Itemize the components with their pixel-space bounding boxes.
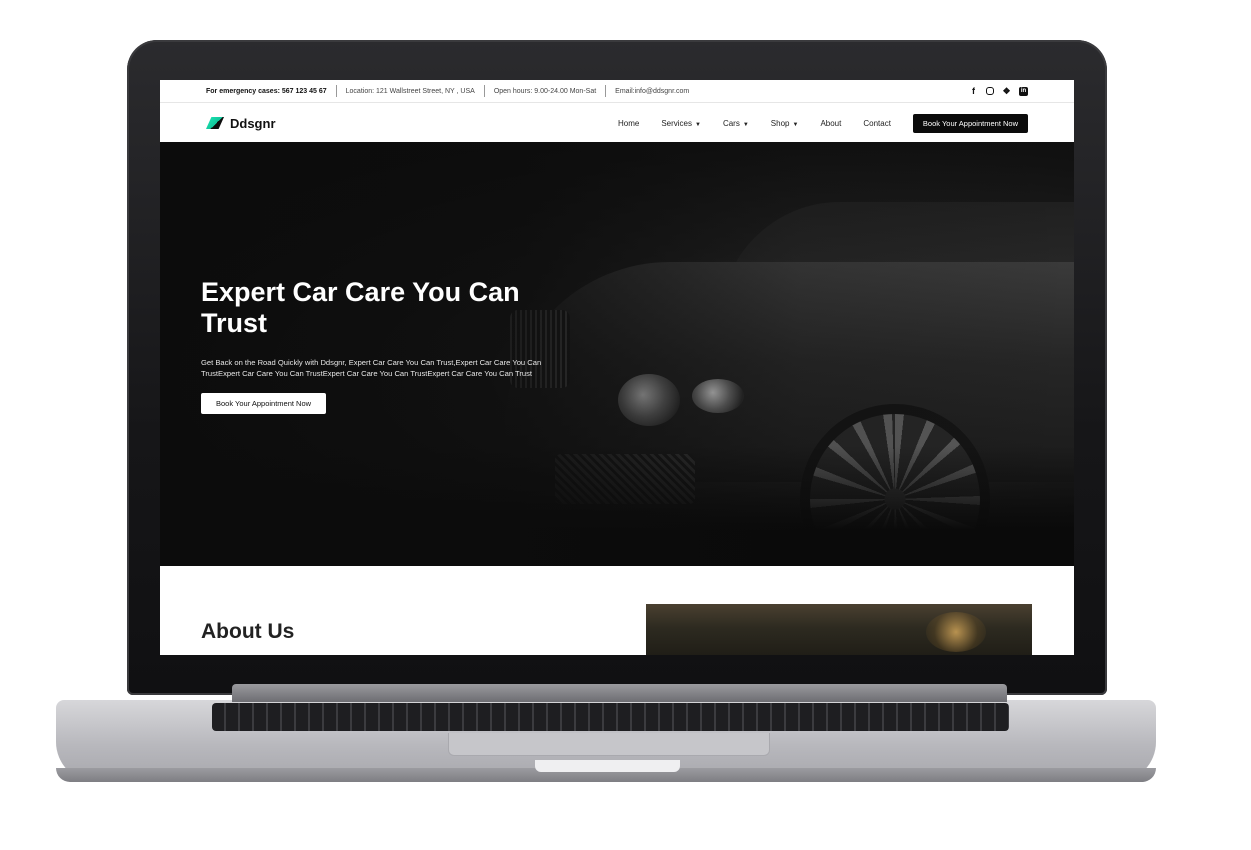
top-info-bar: For emergency cases: 567 123 45 67 Locat… [160, 80, 1074, 103]
social-links: f ❖ in [969, 86, 1028, 96]
hero-description: Get Back on the Road Quickly with Ddsgnr… [201, 358, 542, 378]
emergency-phone[interactable]: For emergency cases: 567 123 45 67 [206, 88, 327, 95]
hero-book-appointment-button[interactable]: Book Your Appointment Now [201, 393, 327, 414]
email-link[interactable]: Email:info@ddsgnr.com [615, 88, 689, 95]
logo-mark-icon [206, 117, 224, 129]
hero-title: Expert Car Care You Can Trust [201, 277, 520, 338]
laptop-screen: For emergency cases: 567 123 45 67 Locat… [160, 80, 1074, 655]
nav-item-cars[interactable]: Cars ▼ [723, 119, 749, 128]
caret-down-icon: ▼ [742, 121, 749, 128]
about-image [646, 604, 1032, 655]
location-text: Location: 121 Wallstreet Street, NY , US… [345, 87, 475, 95]
main-navbar: Ddsgnr Home Services ▼ Cars ▼ Shop ▼ About … [160, 103, 1074, 143]
nav-item-shop[interactable]: Shop ▼ [771, 119, 799, 128]
laptop-keyboard [212, 703, 1009, 731]
caret-down-icon: ▼ [695, 121, 701, 128]
logo-text: Ddsgnr [230, 115, 276, 131]
divider [335, 85, 337, 97]
nav-item-label: Services [661, 118, 692, 128]
nav-item-about[interactable]: About [820, 119, 841, 128]
nav-menu: Home Services ▼ Cars ▼ Shop ▼ About Contact… [618, 113, 1028, 133]
laptop-hinge [232, 684, 1007, 702]
about-section-title: About Us [201, 620, 295, 643]
twitter-icon[interactable]: ❖ [1002, 86, 1011, 96]
book-appointment-button[interactable]: Book Your Appointment Now [912, 113, 1028, 133]
caret-down-icon: ▼ [792, 121, 799, 128]
laptop-trackpad [448, 733, 770, 756]
linkedin-icon[interactable]: in [1019, 86, 1028, 96]
hero-content: Expert Car Care You Can Trust Get Back o… [201, 277, 571, 414]
nav-item-label: Cars [722, 118, 740, 128]
about-image-light [926, 612, 986, 652]
divider [605, 85, 607, 97]
nav-item-home[interactable]: Home [618, 119, 639, 128]
nav-item-contact[interactable]: Contact [863, 119, 891, 128]
hero-section: Expert Car Care You Can Trust Get Back o… [160, 142, 1074, 566]
divider [483, 85, 485, 97]
instagram-icon[interactable] [986, 86, 994, 95]
hours-text: Open hours: 9.00-24.00 Mon-Sat [493, 87, 597, 95]
facebook-icon[interactable]: f [969, 86, 978, 96]
laptop-notch [535, 760, 680, 772]
nav-item-label: Shop [770, 118, 790, 128]
logo[interactable]: Ddsgnr [206, 116, 276, 131]
nav-item-services[interactable]: Services ▼ [661, 119, 701, 128]
